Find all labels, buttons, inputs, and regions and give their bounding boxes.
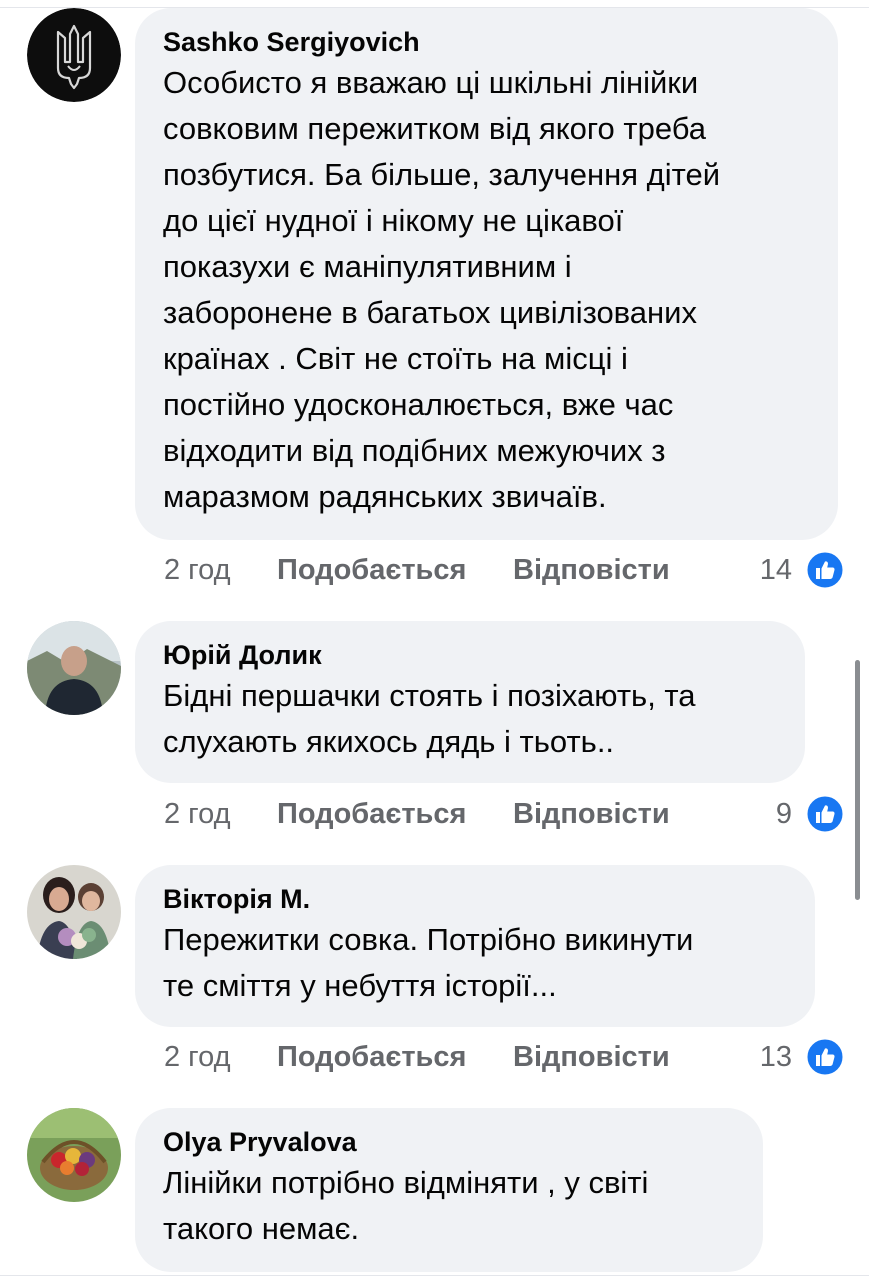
comment-bubble: Sashko Sergiyovich Особисто я вважаю ці … bbox=[135, 8, 838, 540]
comment-time[interactable]: 2 год bbox=[164, 550, 231, 590]
comment-author[interactable]: Юрій Долик bbox=[163, 639, 777, 671]
two-women-photo-avatar-icon bbox=[27, 865, 121, 959]
reaction-count[interactable]: 9 bbox=[776, 794, 792, 834]
comment-time[interactable]: 2 год bbox=[164, 1037, 231, 1077]
comment-text: Особисто я вважаю ці шкільні лінійки сов… bbox=[163, 65, 721, 514]
comment-text: Лінійки потрібно відміняти , у світі так… bbox=[163, 1165, 649, 1246]
scrollbar[interactable] bbox=[855, 660, 860, 900]
avatar[interactable] bbox=[27, 865, 121, 959]
avatar[interactable] bbox=[27, 621, 121, 715]
comment-time[interactable]: 2 год bbox=[164, 794, 231, 834]
comment-bubble: Юрій Долик Бідні першачки стоять і позіх… bbox=[135, 621, 805, 783]
avatar[interactable] bbox=[27, 8, 121, 102]
comment-text: Бідні першачки стоять і позіхають, та сл… bbox=[163, 678, 696, 759]
comment-actions: 2 год Подобається Відповісти 9 bbox=[164, 794, 844, 834]
comment-bubble: Вікторія М. Пережитки совка. Потрібно ви… bbox=[135, 865, 815, 1027]
comment-text: Пережитки совка. Потрібно викинути те см… bbox=[163, 922, 694, 1003]
reaction-count[interactable]: 13 bbox=[760, 1037, 792, 1077]
comment-bubble: Olya Pryvalova Лінійки потрібно відмінят… bbox=[135, 1108, 763, 1272]
comment-actions: 2 год Подобається Відповісти 14 bbox=[164, 550, 844, 590]
like-button[interactable]: Подобається bbox=[277, 550, 466, 590]
bottom-divider bbox=[0, 1275, 869, 1276]
comments-screen: Sashko Sergiyovich Особисто я вважаю ці … bbox=[0, 0, 869, 1280]
reply-button[interactable]: Відповісти bbox=[513, 794, 670, 834]
person-photo-avatar-icon bbox=[27, 621, 121, 715]
trident-avatar-icon bbox=[27, 8, 121, 102]
like-thumb-icon[interactable] bbox=[806, 1038, 844, 1076]
like-button[interactable]: Подобається bbox=[277, 1037, 466, 1077]
like-thumb-icon[interactable] bbox=[806, 795, 844, 833]
comment-author[interactable]: Olya Pryvalova bbox=[163, 1126, 735, 1158]
like-button[interactable]: Подобається bbox=[277, 794, 466, 834]
comment-author[interactable]: Вікторія М. bbox=[163, 883, 787, 915]
like-thumb-icon[interactable] bbox=[806, 551, 844, 589]
reply-button[interactable]: Відповісти bbox=[513, 550, 670, 590]
comment-author[interactable]: Sashko Sergiyovich bbox=[163, 26, 810, 58]
comment-actions: 2 год Подобається Відповісти 13 bbox=[164, 1037, 844, 1077]
fruit-basket-photo-avatar-icon bbox=[27, 1108, 121, 1202]
reaction-count[interactable]: 14 bbox=[760, 550, 792, 590]
avatar[interactable] bbox=[27, 1108, 121, 1202]
reply-button[interactable]: Відповісти bbox=[513, 1037, 670, 1077]
